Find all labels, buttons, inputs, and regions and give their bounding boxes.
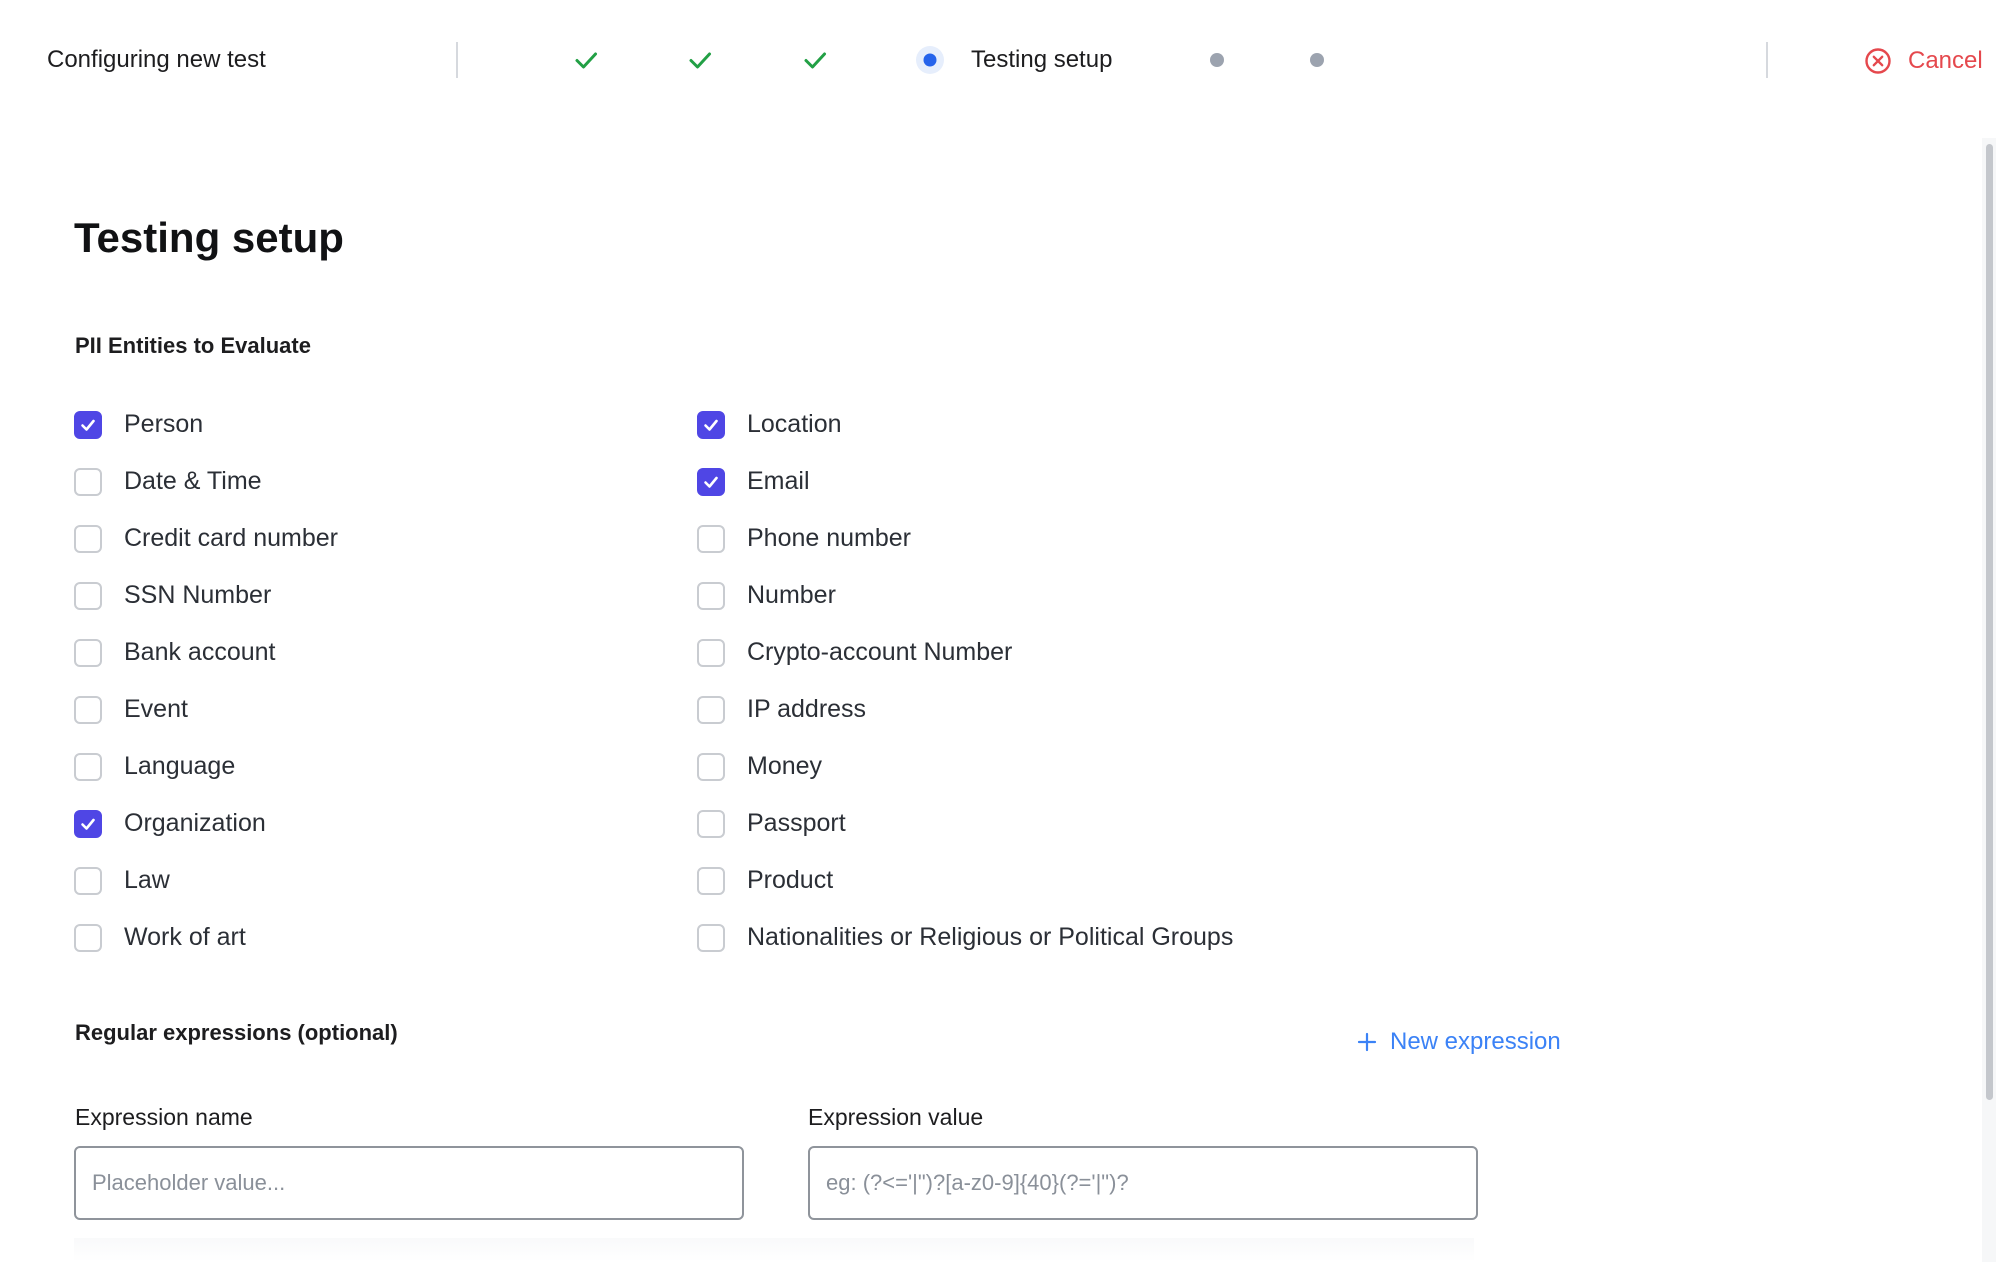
checkbox-label: Phone number <box>747 524 912 552</box>
checkbox[interactable] <box>74 866 102 895</box>
pii-section-title: PII Entities to Evaluate <box>75 333 311 358</box>
checkbox-item-work-of-art[interactable]: Work of art <box>74 909 774 966</box>
checkbox-label: Money <box>747 752 823 780</box>
checkbox[interactable] <box>74 581 102 610</box>
new-expression-button[interactable]: New expression <box>1356 1028 1561 1056</box>
step-3-complete[interactable] <box>799 44 831 76</box>
header-divider-right <box>1766 42 1768 78</box>
checkbox-item-money[interactable]: Money <box>697 738 1397 795</box>
checkbox-label: Number <box>747 581 836 609</box>
expression-value-input[interactable] <box>808 1146 1478 1220</box>
checkmark-icon <box>81 419 95 431</box>
checkbox-item-language[interactable]: Language <box>74 738 774 795</box>
pending-step-dot-icon <box>1201 44 1233 76</box>
checkbox-item-number[interactable]: Number <box>697 567 1397 624</box>
checkbox-item-organization[interactable]: Organization <box>74 795 774 852</box>
checkbox[interactable] <box>697 467 725 496</box>
scrollbar-thumb[interactable] <box>1986 144 1993 1100</box>
checkbox-item-credit-card-number[interactable]: Credit card number <box>74 510 774 567</box>
current-step-dot-icon <box>914 44 946 76</box>
checkbox-label: Location <box>747 410 842 438</box>
expression-name-label: Expression name <box>75 1104 253 1130</box>
expression-name-input[interactable] <box>74 1146 744 1220</box>
checkmark-icon <box>570 44 602 76</box>
checkbox-label: Nationalities or Religious or Political … <box>747 923 1234 951</box>
checkbox-item-phone-number[interactable]: Phone number <box>697 510 1397 567</box>
checkbox-label: Person <box>124 410 204 438</box>
pii-right-column: Location Email Phone number Number Crypto-ac… <box>697 396 1397 966</box>
checkbox-label: Language <box>124 752 236 780</box>
checkbox-item-nationalities-or-religious-or-political-groups[interactable]: Nationalities or Religious or Political … <box>697 909 1397 966</box>
step-5-pending[interactable] <box>1201 44 1233 76</box>
checkbox[interactable] <box>697 695 725 724</box>
checkbox[interactable] <box>697 809 725 838</box>
checkmark-icon <box>81 818 95 830</box>
checkbox[interactable] <box>697 866 725 895</box>
checkbox-label: Credit card number <box>124 524 338 552</box>
step-1-complete[interactable] <box>570 44 602 76</box>
current-step-label: Testing setup <box>971 46 1113 73</box>
checkmark-icon <box>684 44 716 76</box>
checkbox[interactable] <box>74 695 102 724</box>
checkbox[interactable] <box>697 410 725 439</box>
checkbox-item-crypto-account-number[interactable]: Crypto-account Number <box>697 624 1397 681</box>
checkmark-icon <box>799 44 831 76</box>
new-expression-label: New expression <box>1390 1028 1561 1055</box>
close-circle-icon <box>1864 47 1892 75</box>
wizard-title: Configuring new test <box>47 46 266 73</box>
checkbox[interactable] <box>74 923 102 952</box>
checkbox-item-law[interactable]: Law <box>74 852 774 909</box>
checkbox-item-ip-address[interactable]: IP address <box>697 681 1397 738</box>
page-title: Testing setup <box>74 214 344 261</box>
checkmark-icon <box>704 419 718 431</box>
checkbox-item-ssn-number[interactable]: SSN Number <box>74 567 774 624</box>
checkbox-item-event[interactable]: Event <box>74 681 774 738</box>
checkbox[interactable] <box>74 524 102 553</box>
checkbox-label: Event <box>124 695 188 723</box>
checkbox-label: Organization <box>124 809 266 837</box>
checkbox-item-person[interactable]: Person <box>74 396 774 453</box>
pii-left-column: Person Date & Time Credit card number SSN N… <box>74 396 774 966</box>
expression-value-label: Expression value <box>808 1104 984 1130</box>
checkbox[interactable] <box>697 524 725 553</box>
checkbox-label: Bank account <box>124 638 276 666</box>
checkbox-label: Law <box>124 866 170 894</box>
checkbox-label: Email <box>747 467 810 495</box>
checkbox-label: IP address <box>747 695 867 723</box>
checkbox-label: Crypto-account Number <box>747 638 1013 666</box>
plus-icon <box>1356 1031 1378 1053</box>
checkbox[interactable] <box>74 467 102 496</box>
checkbox-item-bank-account[interactable]: Bank account <box>74 624 774 681</box>
step-4-current[interactable] <box>914 44 946 76</box>
checkbox-item-date-time[interactable]: Date & Time <box>74 453 774 510</box>
checkbox-label: Date & Time <box>124 467 262 495</box>
bottom-fade <box>74 1238 1474 1262</box>
checkbox[interactable] <box>697 581 725 610</box>
checkbox[interactable] <box>74 638 102 667</box>
step-6-pending[interactable] <box>1301 44 1333 76</box>
regex-section-title: Regular expressions (optional) <box>75 1020 398 1045</box>
checkbox-item-location[interactable]: Location <box>697 396 1397 453</box>
checkbox-label: Product <box>747 866 834 894</box>
checkmark-icon <box>704 476 718 488</box>
checkbox-label: SSN Number <box>124 581 272 609</box>
cancel-button[interactable]: Cancel <box>1864 42 1983 80</box>
checkbox-item-product[interactable]: Product <box>697 852 1397 909</box>
checkbox-item-passport[interactable]: Passport <box>697 795 1397 852</box>
checkbox-label: Passport <box>747 809 846 837</box>
checkbox[interactable] <box>697 923 725 952</box>
checkbox-label: Work of art <box>124 923 246 951</box>
checkbox[interactable] <box>74 809 102 838</box>
checkbox[interactable] <box>697 638 725 667</box>
step-2-complete[interactable] <box>684 44 716 76</box>
checkbox[interactable] <box>74 752 102 781</box>
checkbox-item-email[interactable]: Email <box>697 453 1397 510</box>
header-divider-left <box>456 42 458 78</box>
pending-step-dot-icon <box>1301 44 1333 76</box>
cancel-label: Cancel <box>1908 47 1983 74</box>
checkbox[interactable] <box>697 752 725 781</box>
wizard-header: Configuring new test Testing setup Cance… <box>0 0 1999 120</box>
checkbox[interactable] <box>74 410 102 439</box>
